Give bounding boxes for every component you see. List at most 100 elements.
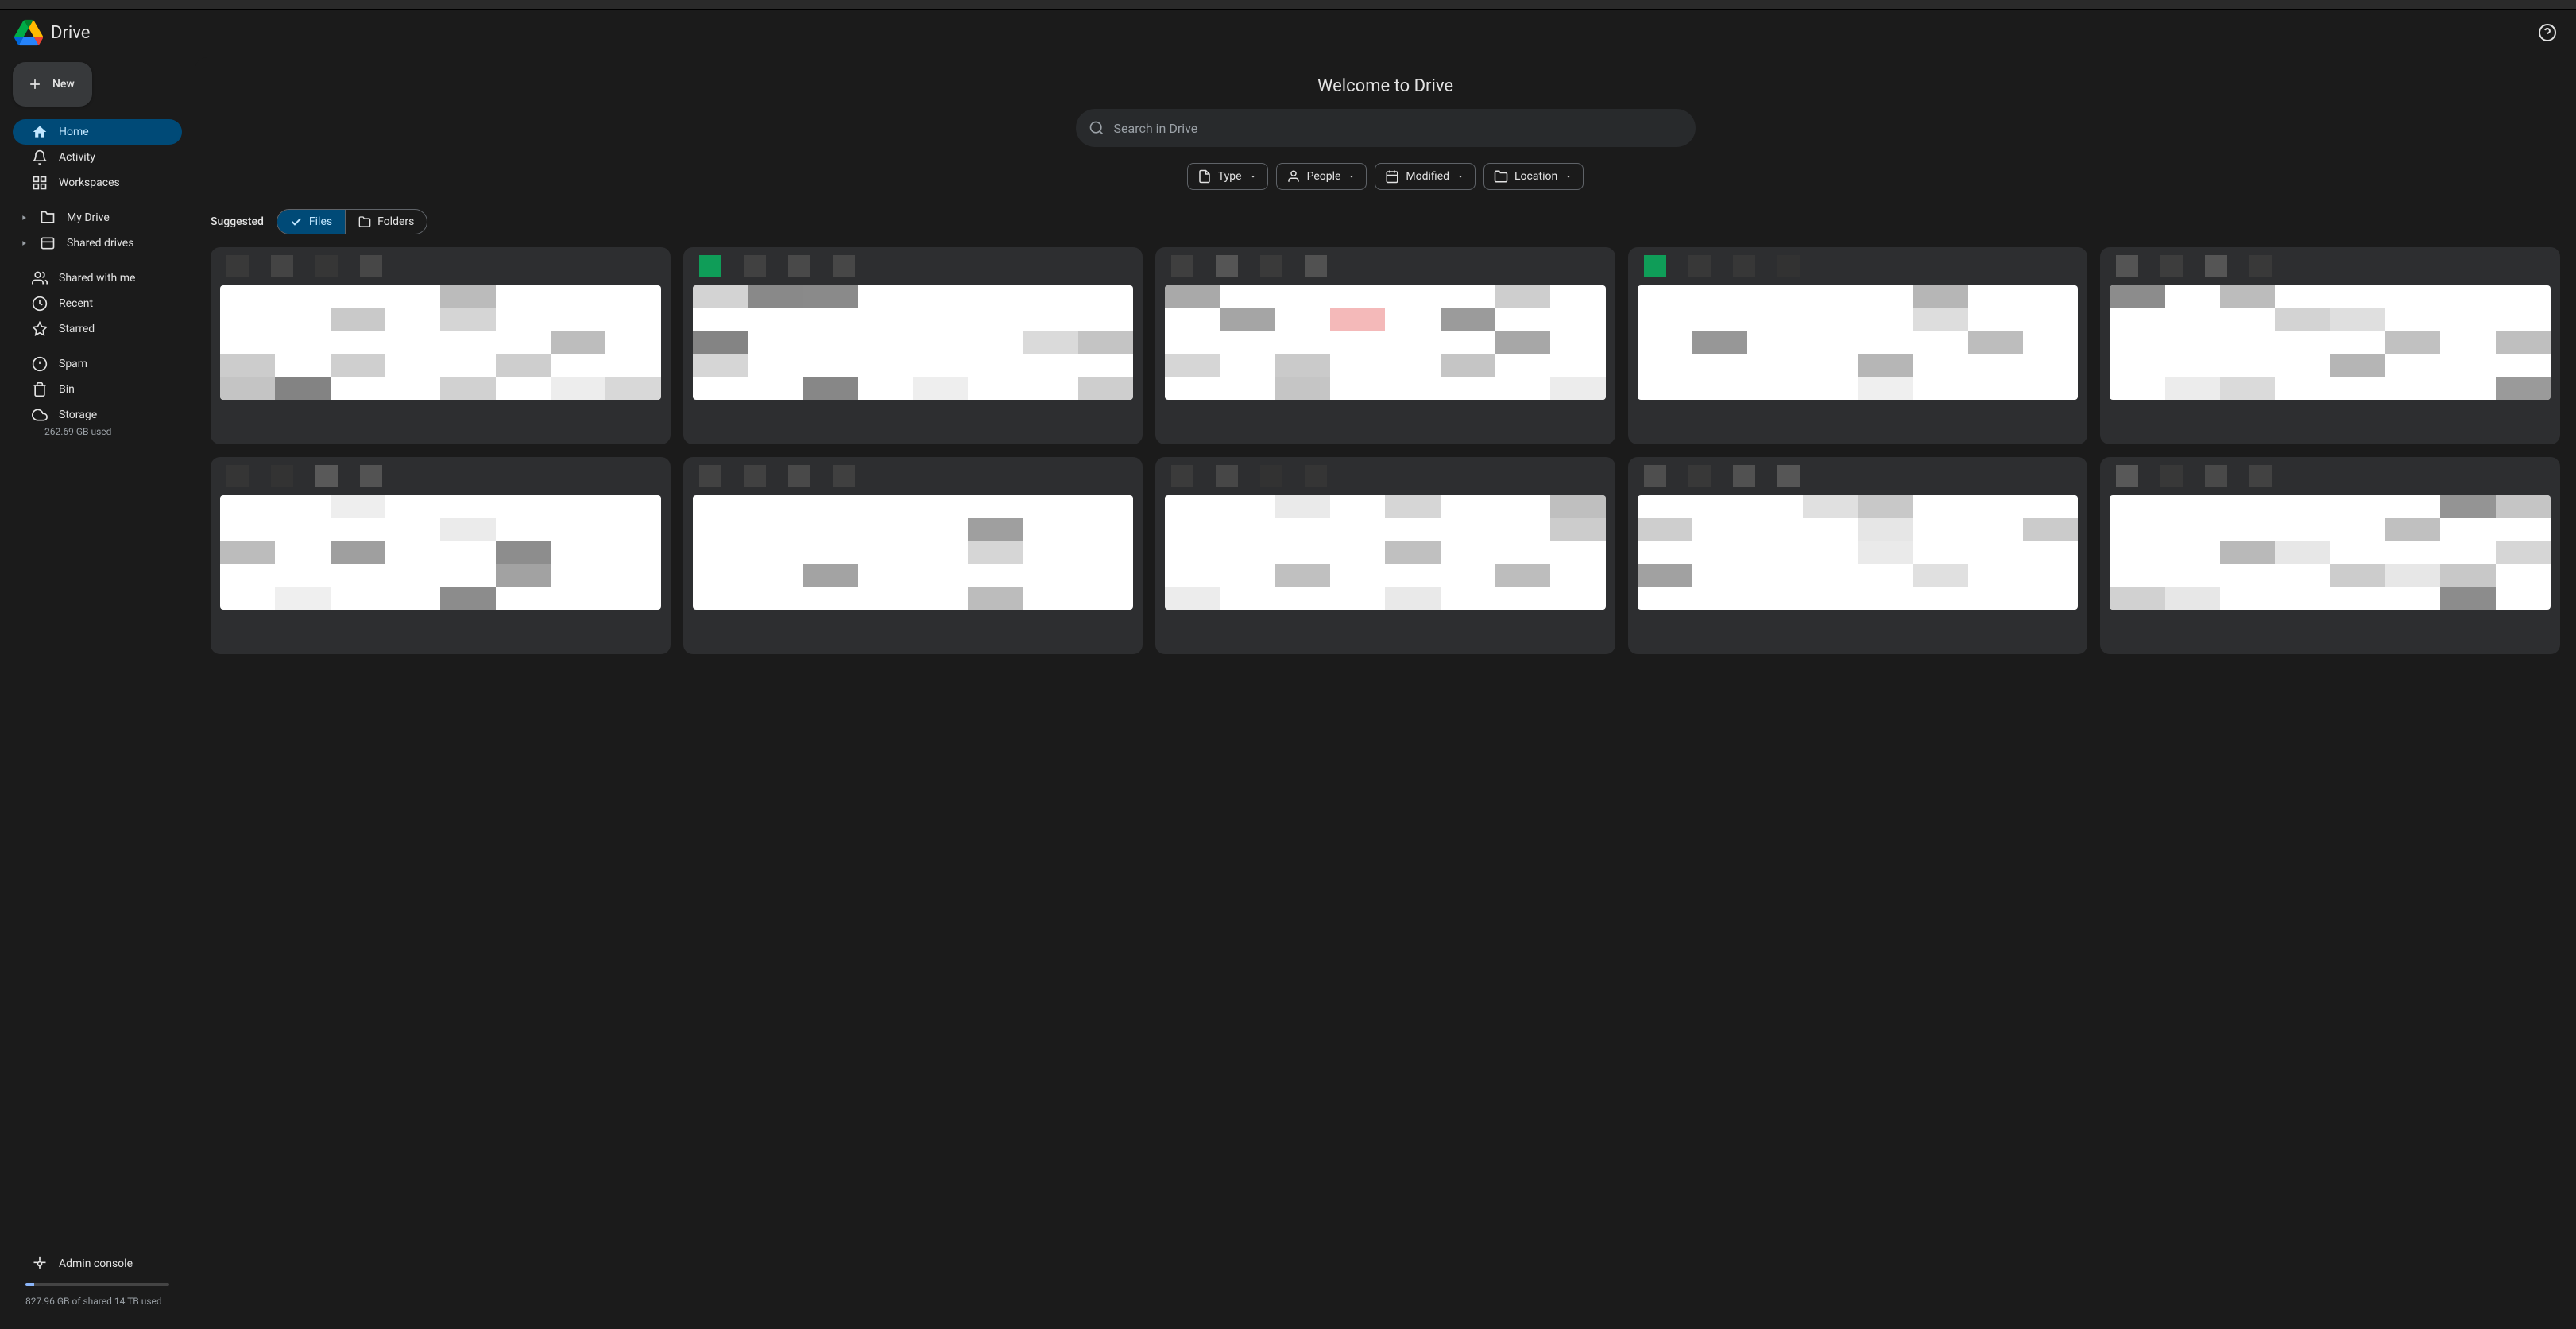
nav-my-drive[interactable]: My Drive (13, 205, 182, 231)
nav-home[interactable]: Home (13, 119, 182, 145)
nav-activity[interactable]: Activity (13, 145, 182, 170)
nav-label: Workspaces (59, 176, 120, 189)
shared-storage-text: 827.96 GB of shared 14 TB used (13, 1292, 182, 1310)
nav-starred[interactable]: Starred (13, 316, 182, 342)
star-icon (32, 321, 48, 337)
trash-icon (32, 382, 48, 397)
nav-label: Spam (59, 358, 87, 370)
welcome-title: Welcome to Drive (195, 57, 2576, 109)
filter-location[interactable]: Location (1483, 163, 1584, 190)
chevron-right-icon[interactable] (19, 239, 29, 247)
file-thumbnail (220, 285, 661, 400)
plus-icon (27, 76, 43, 92)
view-toggle-group: Files Folders (277, 209, 427, 234)
file-card-footer (2100, 400, 2560, 444)
file-card-header (1155, 457, 1615, 495)
file-card[interactable] (683, 247, 1143, 444)
sidebar: New Home Activity Workspaces (0, 56, 195, 1329)
toggle-label: Folders (377, 215, 414, 228)
file-card[interactable] (211, 247, 671, 444)
filter-modified[interactable]: Modified (1375, 163, 1476, 190)
nav-label: Starred (59, 323, 95, 335)
file-thumbnail (1165, 285, 1606, 400)
file-card-footer (1628, 400, 2088, 444)
file-thumbnail (1638, 495, 2079, 610)
filter-type[interactable]: Type (1187, 163, 1268, 190)
file-card[interactable] (1628, 247, 2088, 444)
search-bar[interactable] (1076, 109, 1696, 147)
file-card-footer (683, 400, 1143, 444)
app-header: Drive (0, 10, 2576, 56)
file-grid (195, 247, 2576, 654)
nav-label: Bin (59, 383, 75, 396)
new-button-label: New (52, 78, 75, 91)
file-thumbnail (693, 285, 1134, 400)
storage-bar-fill (25, 1283, 34, 1286)
suggested-label: Suggested (211, 215, 264, 228)
calendar-icon (1385, 169, 1399, 184)
file-card[interactable] (1155, 247, 1615, 444)
grid-icon (32, 175, 48, 191)
file-card-footer (683, 610, 1143, 654)
suggested-row: Suggested Files Folders (195, 209, 2576, 247)
file-card-footer (1155, 610, 1615, 654)
search-icon (1089, 120, 1104, 136)
nav-spam[interactable]: Spam (13, 351, 182, 377)
filter-people[interactable]: People (1276, 163, 1367, 190)
file-thumbnail (2110, 285, 2551, 400)
header-left: Drive (13, 17, 90, 48)
home-icon (32, 124, 48, 140)
nav-label: Storage (59, 409, 97, 421)
nav-label: My Drive (67, 211, 110, 224)
chevron-down-icon (1456, 172, 1465, 181)
file-card-header (1628, 457, 2088, 495)
file-card-header (211, 247, 671, 285)
nav-section-system: Spam Bin Storage 262.69 GB used (13, 351, 182, 437)
chevron-down-icon (1347, 172, 1356, 181)
sidebar-bottom: Admin console 827.96 GB of shared 14 TB … (13, 1251, 182, 1323)
file-card-footer (1155, 400, 1615, 444)
file-card[interactable] (211, 457, 671, 654)
drive-folder-icon (40, 210, 56, 226)
nav-bin[interactable]: Bin (13, 377, 182, 402)
file-card-header (683, 457, 1143, 495)
cloud-icon (32, 407, 48, 423)
file-thumbnail (220, 495, 661, 610)
nav-recent[interactable]: Recent (13, 291, 182, 316)
nav-label: Shared with me (59, 272, 135, 285)
content-area: Welcome to Drive Type (195, 57, 2576, 1329)
storage-bar-container (13, 1277, 182, 1292)
file-card[interactable] (1155, 457, 1615, 654)
file-card-header (683, 247, 1143, 285)
file-card[interactable] (2100, 247, 2560, 444)
nav-storage[interactable]: Storage (13, 402, 182, 428)
file-card-footer (211, 400, 671, 444)
file-card-header (211, 457, 671, 495)
drive-logo-icon[interactable] (13, 17, 44, 48)
file-card[interactable] (1628, 457, 2088, 654)
clock-icon (32, 296, 48, 312)
chevron-down-icon (1248, 172, 1258, 181)
filter-label: People (1307, 170, 1341, 183)
file-card[interactable] (683, 457, 1143, 654)
nav-shared-with-me[interactable]: Shared with me (13, 265, 182, 291)
app-name: Drive (51, 23, 90, 43)
nav-shared-drives[interactable]: Shared drives (13, 231, 182, 256)
filter-label: Location (1514, 170, 1557, 183)
nav-workspaces[interactable]: Workspaces (13, 170, 182, 196)
file-card-header (1155, 247, 1615, 285)
toggle-files[interactable]: Files (277, 210, 346, 234)
help-button[interactable] (2532, 17, 2563, 48)
file-card-header (2100, 247, 2560, 285)
nav-label: Activity (59, 151, 95, 164)
file-thumbnail (1165, 495, 1606, 610)
person-icon (1286, 169, 1301, 184)
nav-section-main: Home Activity Workspaces (13, 119, 182, 196)
chevron-right-icon[interactable] (19, 214, 29, 222)
toggle-folders[interactable]: Folders (346, 210, 427, 234)
new-button[interactable]: New (13, 62, 92, 107)
storage-bar (25, 1283, 169, 1286)
search-input[interactable] (1114, 121, 1683, 136)
file-card[interactable] (2100, 457, 2560, 654)
nav-admin-console[interactable]: Admin console (13, 1251, 182, 1277)
